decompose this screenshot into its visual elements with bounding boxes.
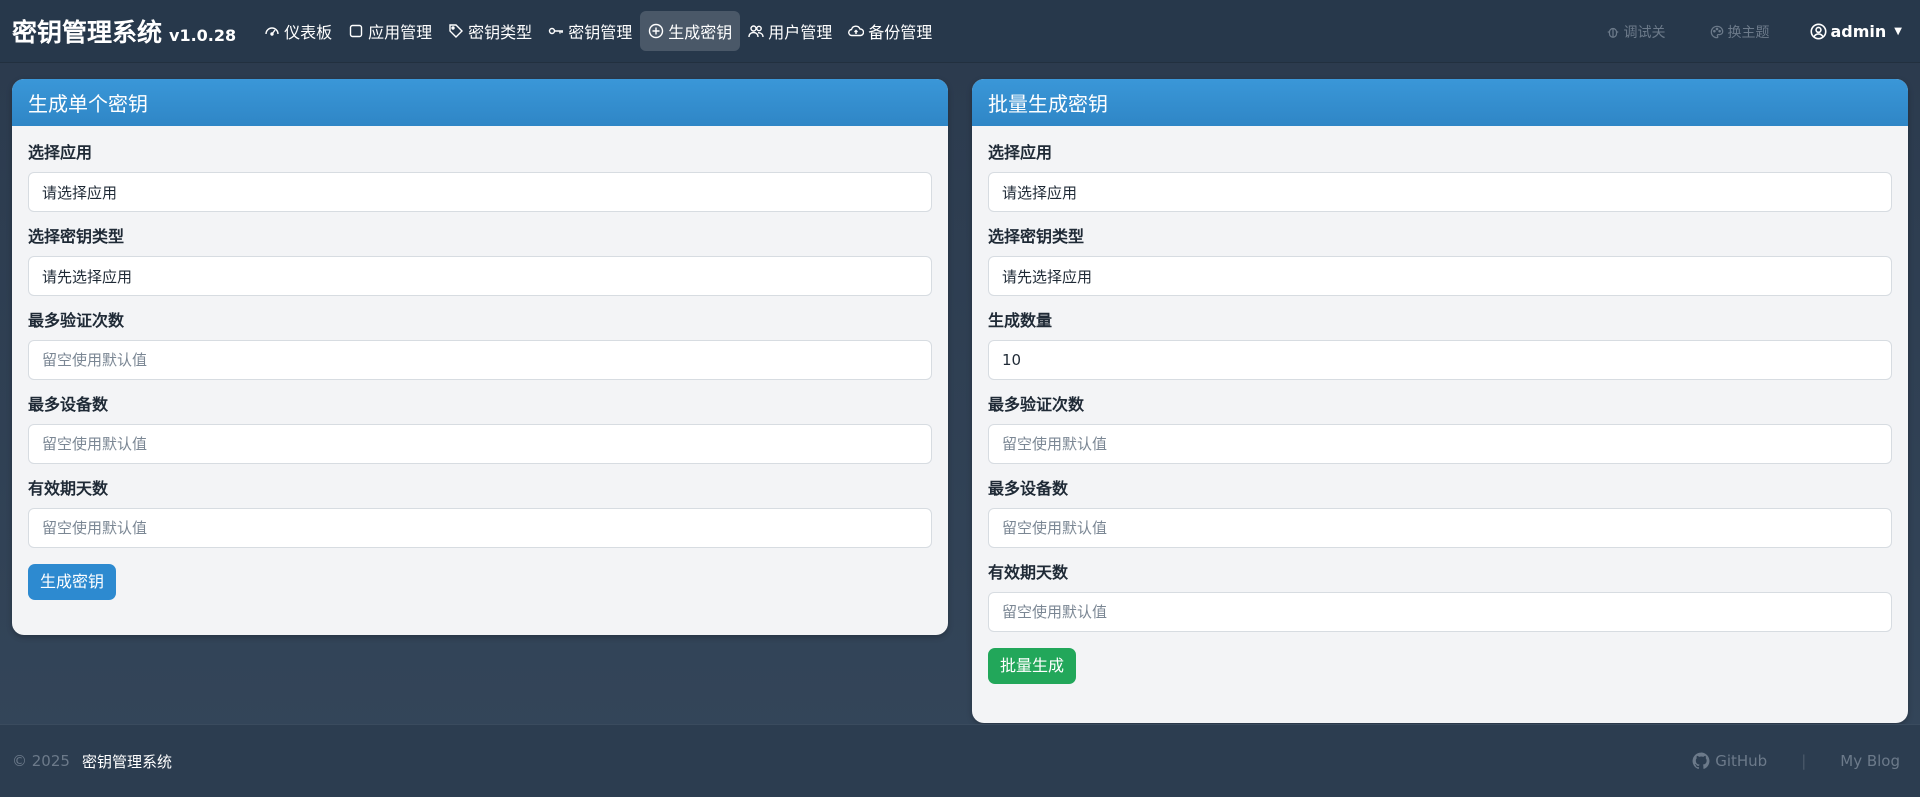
github-label: GitHub [1715, 752, 1768, 770]
palette-icon [1710, 25, 1723, 38]
user-name: admin [1830, 22, 1887, 41]
max-verify-input[interactable] [28, 340, 932, 380]
nav-right: 调试关 换主题 admin ▼ [1562, 0, 1902, 63]
card-body: 选择应用 请选择应用 选择密钥类型 请先选择应用 最多验证次数 最多设备数 [12, 126, 948, 600]
valid-days-input[interactable] [988, 592, 1892, 632]
field-label: 生成数量 [988, 311, 1053, 330]
batch-generate-button[interactable]: 批量生成 [988, 648, 1077, 684]
field-label: 有效期天数 [988, 563, 1069, 582]
max-verify-field: 最多验证次数 [988, 394, 1892, 464]
footer: © 2025 密钥管理系统 GitHub | My Blog [0, 724, 1920, 797]
blog-link[interactable]: My Blog [1840, 752, 1900, 770]
user-menu[interactable]: admin ▼ [1809, 22, 1902, 41]
footer-separator: | [1801, 752, 1807, 770]
theme-label: 换主题 [1727, 24, 1770, 41]
debug-label: 调试关 [1623, 24, 1666, 41]
max-verify-field: 最多验证次数 [28, 310, 932, 380]
field-label: 有效期天数 [28, 479, 109, 498]
page: 密钥管理系统 v1.0.28 仪表板 应用管理 密钥类型 密钥管理 生成密钥 用… [0, 0, 1920, 797]
field-label: 选择应用 [988, 143, 1053, 162]
theme-toggle[interactable]: 换主题 [1710, 22, 1770, 42]
app-field: 选择应用 请选择应用 [988, 142, 1892, 212]
card-title: 批量生成密钥 [988, 92, 1108, 116]
generate-key-button[interactable]: 生成密钥 [28, 564, 117, 600]
field-label: 最多设备数 [988, 479, 1069, 498]
card-header: 批量生成密钥 [972, 79, 1908, 126]
user-circle-icon [1809, 23, 1827, 40]
nav-item-generate-keys[interactable]: 生成密钥 [640, 11, 741, 51]
nav-item-label: 用户管理 [768, 23, 833, 42]
square-icon [348, 23, 364, 39]
bug-icon [1607, 27, 1618, 38]
max-verify-input[interactable] [988, 424, 1892, 464]
card-body: 选择应用 请选择应用 选择密钥类型 请先选择应用 生成数量 最多验证次数 最 [972, 126, 1908, 684]
max-devices-field: 最多设备数 [28, 394, 932, 464]
tag-icon [448, 23, 464, 39]
cloud-upload-icon [848, 23, 865, 39]
single-key-card: 生成单个密钥 选择应用 请选择应用 选择密钥类型 请先选择应用 最多验证次数 最… [12, 79, 948, 635]
count-input[interactable] [988, 340, 1892, 380]
batch-key-card: 批量生成密钥 选择应用 请选择应用 选择密钥类型 请先选择应用 生成数量 最多验… [972, 79, 1908, 723]
key-type-select[interactable]: 请先选择应用 [28, 256, 932, 296]
max-devices-input[interactable] [988, 508, 1892, 548]
select-value: 请先选择应用 [1002, 267, 1093, 286]
nav-item-label: 生成密钥 [668, 23, 733, 42]
nav-item-label: 备份管理 [868, 23, 933, 42]
nav-item-dashboard[interactable]: 仪表板 [256, 11, 340, 51]
max-devices-field: 最多设备数 [988, 478, 1892, 548]
brand[interactable]: 密钥管理系统 v1.0.28 [12, 13, 236, 49]
valid-days-input[interactable] [28, 508, 932, 548]
key-type-field: 选择密钥类型 请先选择应用 [988, 226, 1892, 296]
app-field: 选择应用 请选择应用 [28, 142, 932, 212]
footer-links: GitHub | My Blog [1692, 752, 1900, 770]
valid-days-field: 有效期天数 [28, 478, 932, 548]
count-field: 生成数量 [988, 310, 1892, 380]
top-navbar: 密钥管理系统 v1.0.28 仪表板 应用管理 密钥类型 密钥管理 生成密钥 用… [0, 0, 1920, 63]
field-label: 最多验证次数 [988, 395, 1085, 414]
field-label: 选择密钥类型 [28, 227, 125, 246]
caret-down-icon: ▼ [1894, 26, 1902, 37]
nav-item-keys[interactable]: 密钥管理 [540, 11, 640, 51]
users-icon [748, 23, 764, 39]
brand-title: 密钥管理系统 [12, 18, 163, 47]
app-select[interactable]: 请选择应用 [988, 172, 1892, 212]
field-label: 最多设备数 [28, 395, 109, 414]
card-title: 生成单个密钥 [28, 92, 148, 116]
app-select[interactable]: 请选择应用 [28, 172, 932, 212]
github-icon [1692, 752, 1710, 770]
dashboard-icon [264, 23, 280, 39]
select-value: 请选择应用 [1002, 183, 1078, 202]
card-header: 生成单个密钥 [12, 79, 948, 126]
debug-toggle[interactable]: 调试关 [1606, 22, 1666, 42]
nav-item-key-types[interactable]: 密钥类型 [440, 11, 540, 51]
valid-days-field: 有效期天数 [988, 562, 1892, 632]
github-link[interactable]: GitHub [1692, 752, 1767, 770]
plus-circle-icon [648, 23, 664, 39]
key-type-field: 选择密钥类型 请先选择应用 [28, 226, 932, 296]
max-devices-input[interactable] [28, 424, 932, 464]
nav-item-label: 密钥类型 [468, 23, 533, 42]
nav-item-label: 应用管理 [368, 23, 433, 42]
brand-version: v1.0.28 [169, 26, 237, 45]
select-value: 请选择应用 [42, 183, 118, 202]
select-value: 请先选择应用 [42, 267, 133, 286]
footer-app-name: 密钥管理系统 [81, 752, 172, 771]
nav-item-label: 仪表板 [284, 23, 333, 42]
main-nav: 仪表板 应用管理 密钥类型 密钥管理 生成密钥 用户管理 备份管理 [256, 11, 940, 51]
field-label: 选择应用 [28, 143, 93, 162]
nav-item-users[interactable]: 用户管理 [740, 11, 840, 51]
footer-left: © 2025 密钥管理系统 [12, 751, 172, 772]
nav-item-apps[interactable]: 应用管理 [340, 11, 440, 51]
copyright: © 2025 [12, 752, 70, 770]
key-icon [548, 23, 564, 39]
key-type-select[interactable]: 请先选择应用 [988, 256, 1892, 296]
field-label: 最多验证次数 [28, 311, 125, 330]
field-label: 选择密钥类型 [988, 227, 1085, 246]
nav-item-backups[interactable]: 备份管理 [840, 11, 940, 51]
nav-item-label: 密钥管理 [568, 23, 633, 42]
